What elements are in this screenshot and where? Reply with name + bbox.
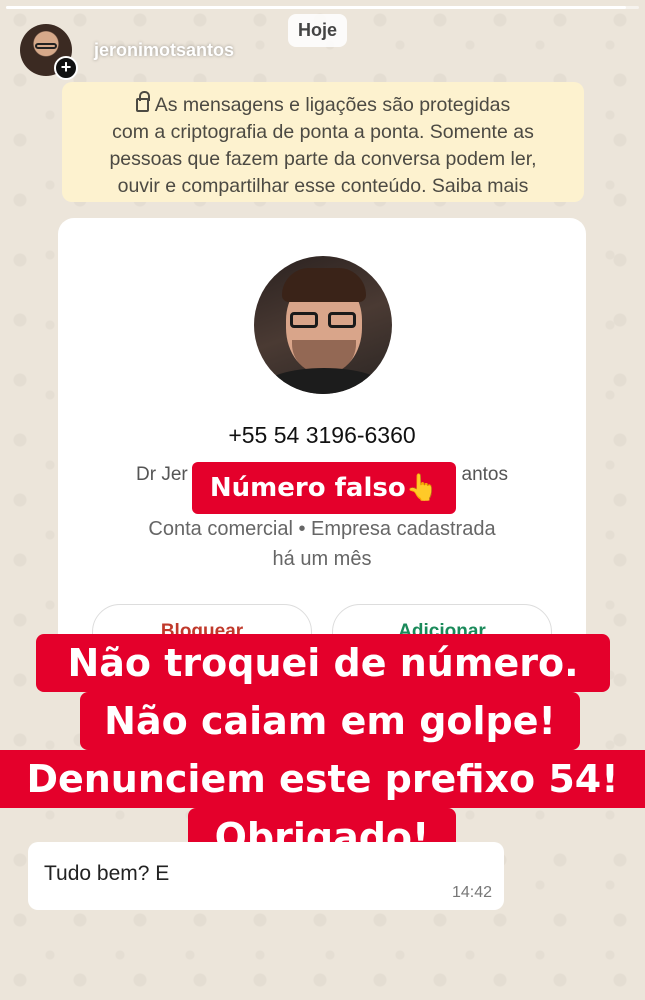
avatar[interactable]: + [20,24,78,80]
story-username[interactable]: jeronimotsantos [94,40,234,61]
encryption-notice-line-4: ouvir e compartilhar esse conteúdo. Saib… [117,175,529,197]
warning-line-2: Não caiam em golpe! [80,692,580,750]
lock-icon [135,91,150,112]
contact-card: +55 54 3196-6360 Dr Jer antos Conta come… [58,218,586,662]
contact-photo-hair [282,268,366,302]
contact-business-line-1: Conta comercial • Empresa cadastrada [148,518,496,540]
fake-number-label: Número falso👆 [192,462,456,514]
message-timestamp: 14:42 [451,884,492,901]
contact-photo-shirt [262,368,386,394]
date-chip: Hoje [288,14,348,47]
story-progress-fill [6,6,627,9]
story-progress-bar [6,6,639,9]
encryption-notice-line-1: As mensagens e ligações são protegidas [76,91,570,119]
message-bubble[interactable]: Tudo bem? E 14:42 [28,842,504,910]
warning-line-3: Denunciem este prefixo 54! [0,750,645,808]
encryption-notice-line-3: pessoas que fazem parte da conversa pode… [109,148,537,170]
contact-photo-glasses-right [328,312,356,328]
encryption-text-1: As mensagens e ligações são protegidas [154,94,511,116]
warning-line-1: Não troquei de número. [36,634,610,692]
contact-name-end: antos [461,464,508,485]
add-story-icon[interactable]: + [54,56,78,80]
contact-photo-glasses-left [290,312,318,328]
contact-photo[interactable] [254,256,392,394]
message-text: Tudo bem? E [44,862,170,885]
avatar-glasses [35,43,57,49]
contact-business-line-2: há um mês [272,548,372,570]
encryption-notice-line-2: com a criptografia de ponta a ponta. Som… [112,121,534,143]
encryption-notice[interactable]: As mensagens e ligações são protegidas c… [62,82,584,202]
contact-business-info: Conta comercial • Empresa cadastrada há … [88,514,556,574]
contact-phone-number: +55 54 3196-6360 [228,422,416,448]
contact-name-start: Dr Jer [136,464,188,485]
